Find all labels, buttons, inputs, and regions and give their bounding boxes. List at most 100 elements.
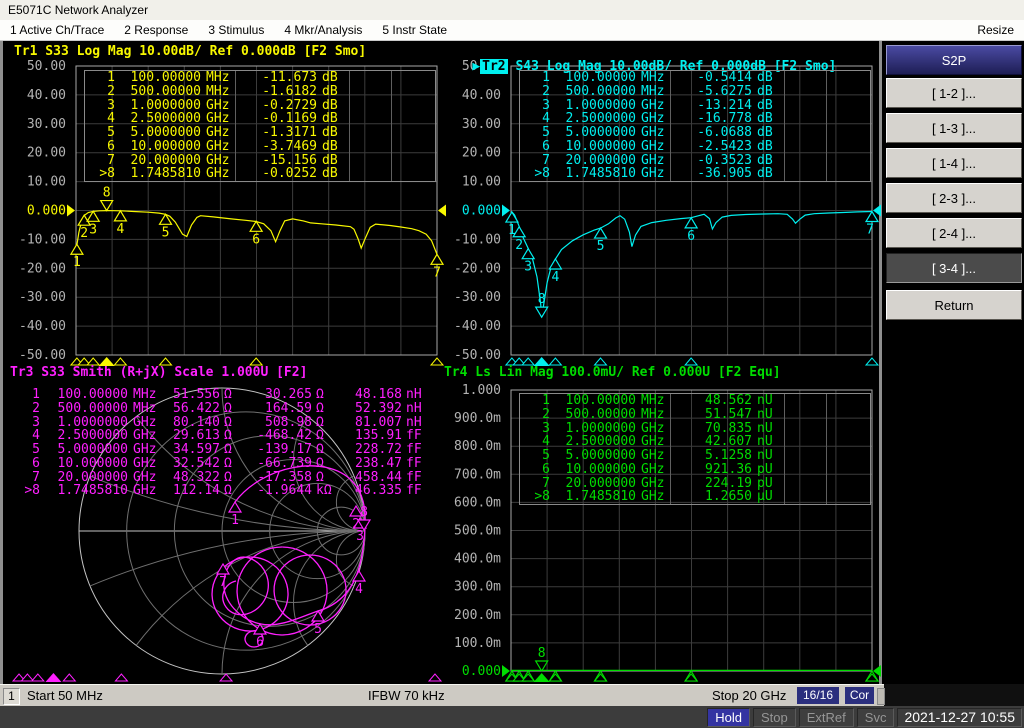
svc-indicator: Svc bbox=[856, 707, 895, 727]
marker-cell: μU bbox=[757, 489, 773, 505]
marker-cell: pU bbox=[757, 475, 773, 491]
softkey-2-3[interactable]: [ 2-3 ]... bbox=[886, 183, 1022, 213]
marker-cell bbox=[826, 407, 866, 422]
tr2-marker-8[interactable]: 8 bbox=[534, 292, 549, 319]
marker-cell: MHz bbox=[133, 387, 157, 402]
marker-cell: dB bbox=[322, 70, 338, 85]
marker-label: 1 bbox=[231, 513, 239, 528]
stimulus-marker-icon bbox=[548, 357, 563, 366]
marker-label: 1 bbox=[73, 255, 81, 270]
tr4-ytick: 800.0m bbox=[454, 439, 501, 454]
tr1-marker-7[interactable]: 7 bbox=[429, 253, 445, 280]
tr1-marker-row: 5 5.0000000 GHz -1.3171 dB bbox=[89, 126, 435, 140]
marker-cell: GHz bbox=[641, 489, 665, 505]
tr3-marker-row: 7 20.000000 GHz 48.322 Ω -17.358 Ω 458.44 fF bbox=[16, 469, 436, 485]
marker-cell: -1.6182 bbox=[235, 85, 317, 99]
tr1-marker-5[interactable]: 5 bbox=[158, 213, 173, 240]
marker-cell: GHz bbox=[641, 420, 665, 436]
tr1-ref-arrow-right-icon bbox=[438, 204, 446, 217]
stimulus-marker-icon bbox=[521, 357, 536, 366]
tr4-ytick: 1.000 bbox=[462, 383, 501, 398]
marker-cell: GHz bbox=[206, 138, 230, 154]
tr1-marker-3[interactable]: 3 bbox=[86, 210, 101, 237]
tr2-ytick: 20.00 bbox=[462, 146, 501, 161]
softkey-2-4[interactable]: [ 2-4 ]... bbox=[886, 218, 1022, 248]
marker-cell bbox=[784, 490, 826, 504]
tr3-marker-row: 4 2.5000000 GHz 29.613 Ω -468.42 Ω 135.91 fF bbox=[16, 429, 436, 443]
marker-cell: dB bbox=[322, 125, 338, 140]
marker-cell: 20.000000 bbox=[565, 475, 636, 491]
marker-label: 5 bbox=[597, 239, 605, 254]
marker-cell bbox=[826, 167, 866, 181]
tr2-marker-6[interactable]: 6 bbox=[684, 216, 699, 244]
marker-cell: Ω bbox=[224, 387, 232, 402]
marker-label: 3 bbox=[356, 529, 364, 544]
marker-cell: 4 bbox=[107, 111, 115, 127]
menu-active-ch-trace[interactable]: 1 Active Ch/Trace bbox=[10, 23, 104, 37]
tr4-ytick: 700.0m bbox=[454, 467, 501, 482]
marker-cell: 10.000000 bbox=[130, 138, 201, 154]
tr1-ytick: -10.00 bbox=[19, 232, 66, 247]
marker-label: 6 bbox=[687, 229, 695, 244]
softkey-1-2[interactable]: [ 1-2 ]... bbox=[886, 78, 1022, 108]
tr1-ytick: -20.00 bbox=[19, 261, 66, 276]
marker-cell: GHz bbox=[641, 166, 665, 182]
marker-cell: GHz bbox=[206, 125, 230, 140]
tr2-marker-7[interactable]: 7 bbox=[864, 210, 880, 238]
softkey-1-3[interactable]: [ 1-3 ]... bbox=[886, 113, 1022, 143]
marker-label: 6 bbox=[252, 232, 260, 247]
marker-cell: kΩ bbox=[316, 483, 332, 499]
tr4-ytick: 300.0m bbox=[454, 580, 501, 595]
trace-title-tr4[interactable]: Tr4 Ls Lin Mag 100.0mU/ Ref 0.000U [F2 E… bbox=[444, 365, 781, 380]
softkey-1-4[interactable]: [ 1-4 ]... bbox=[886, 148, 1022, 178]
marker-triangle-icon bbox=[534, 306, 549, 319]
tr1-marker-6[interactable]: 6 bbox=[249, 220, 264, 247]
marker-cell bbox=[391, 84, 431, 99]
tr2-marker-4[interactable]: 4 bbox=[548, 257, 563, 285]
menu-response[interactable]: 2 Response bbox=[124, 23, 188, 37]
marker-cell: 10.000000 bbox=[57, 455, 128, 471]
marker-cell: Ω bbox=[316, 428, 324, 444]
tr3-marker-row: 3 1.0000000 GHz 80.140 Ω 508.98 Ω 81.007 nH bbox=[16, 415, 436, 430]
extref-indicator: ExtRef bbox=[798, 707, 854, 727]
tr1-marker-row: 7 20.000000 GHz -15.156 dB bbox=[89, 153, 435, 168]
softkey-s2p[interactable]: S2P bbox=[886, 45, 1022, 75]
tr4-marker-8[interactable]: 8 bbox=[534, 646, 549, 673]
marker-cell: GHz bbox=[641, 97, 665, 113]
marker-cell: 6 bbox=[107, 138, 115, 154]
marker-cell: -36.905 bbox=[670, 167, 752, 181]
marker-triangle-icon bbox=[548, 257, 563, 270]
marker-cell bbox=[349, 98, 391, 113]
menu-stimulus[interactable]: 3 Stimulus bbox=[208, 23, 264, 37]
trace-title-tr3[interactable]: Tr3 S33 Smith (R+jX) Scale 1.000U [F2] bbox=[10, 365, 307, 380]
menu-mkr-analysis[interactable]: 4 Mkr/Analysis bbox=[284, 23, 362, 37]
softkey-3-4[interactable]: [ 3-4 ]... bbox=[886, 253, 1022, 283]
marker-cell: 1.0000000 bbox=[565, 97, 636, 113]
tr2-marker-5[interactable]: 5 bbox=[593, 226, 608, 254]
trace-title-tr1[interactable]: Tr1 S33 Log Mag 10.00dB/ Ref 0.000dB [F2… bbox=[14, 44, 366, 59]
menu-resize[interactable]: Resize bbox=[977, 23, 1014, 37]
menu-instr-state[interactable]: 5 Instr State bbox=[382, 23, 447, 37]
marker-cell: 5.0000000 bbox=[565, 448, 636, 463]
tr1-marker-4[interactable]: 4 bbox=[113, 209, 128, 237]
tr2-marker-3[interactable]: 3 bbox=[521, 247, 536, 275]
marker-cell bbox=[826, 476, 866, 491]
tr1-marker-8[interactable]: 8 bbox=[99, 186, 114, 212]
marker-cell: 4 bbox=[32, 428, 40, 444]
marker-cell: Ω bbox=[316, 469, 324, 485]
marker-cell bbox=[826, 71, 866, 85]
marker-cell: nH bbox=[406, 387, 422, 402]
marker-cell: 1 bbox=[542, 70, 550, 85]
softkey-return[interactable]: Return bbox=[886, 290, 1022, 320]
marker-cell: 48.562 bbox=[670, 394, 752, 408]
marker-cell: GHz bbox=[133, 483, 157, 499]
marker-cell: -0.1169 bbox=[235, 112, 317, 126]
tr2-marker-table: 1 100.00000 MHz -0.5414 dB 2 500.00000 MHz -5.62… bbox=[519, 70, 871, 182]
tr3-marker-1[interactable]: 1 bbox=[227, 500, 243, 528]
status-bar-filler bbox=[884, 684, 1024, 706]
tr2-ytick: 0.000 bbox=[462, 204, 501, 219]
tr1-marker-1[interactable]: 1 bbox=[69, 243, 84, 270]
marker-cell: 2.5000000 bbox=[130, 111, 201, 127]
marker-triangle-icon bbox=[684, 216, 699, 229]
tr4-ytick: 400.0m bbox=[454, 552, 501, 567]
